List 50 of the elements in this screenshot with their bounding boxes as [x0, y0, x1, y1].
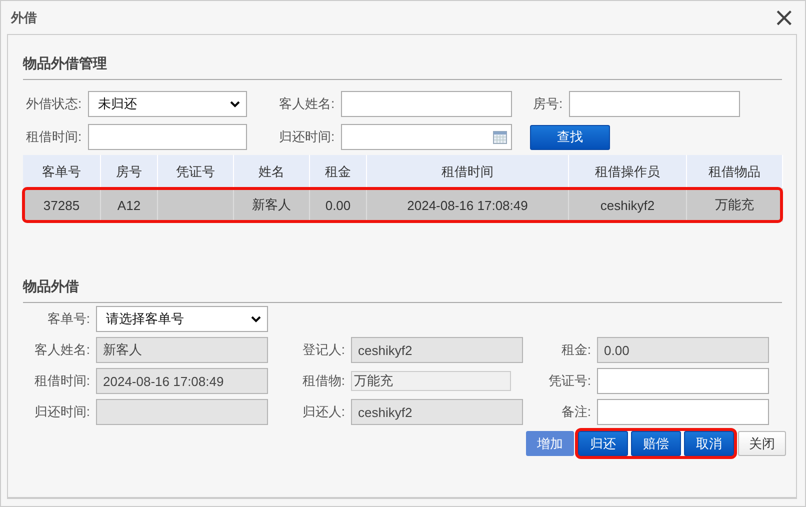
table-cell: 37285: [43, 198, 80, 212]
table-cell: 0.00: [325, 198, 351, 212]
window-title: 外借: [11, 8, 37, 26]
order-dropdown[interactable]: 请选择客单号: [96, 306, 268, 332]
field-label: 租金:: [560, 341, 591, 359]
table-cell: A12: [117, 198, 141, 212]
input-field[interactable]: [88, 124, 247, 150]
action-button[interactable]: 关闭: [738, 431, 786, 456]
input-field[interactable]: [569, 91, 740, 117]
field-label: 租借物:: [301, 372, 345, 390]
input-field[interactable]: 新客人: [96, 337, 268, 363]
close-button[interactable]: ×: [771, 4, 797, 30]
input-field[interactable]: [96, 399, 268, 425]
field-label: 客单号:: [46, 310, 90, 328]
field-label: 归还时间:: [33, 403, 90, 421]
search-button[interactable]: 查找: [530, 124, 610, 150]
field-label: 租借时间:: [33, 372, 90, 390]
chevron-icon: [230, 100, 240, 108]
field-label: 备注:: [560, 403, 591, 421]
field-label: 外借状态:: [25, 95, 83, 113]
chevron-icon: [251, 316, 261, 322]
input-field[interactable]: ceshikyf2: [351, 399, 523, 425]
calendar-icon: [493, 130, 507, 144]
table-cell: 新客人: [252, 196, 291, 214]
action-button[interactable]: 取消: [684, 431, 734, 456]
field-label: 客人姓名:: [278, 95, 336, 113]
input-field[interactable]: ceshikyf2: [351, 337, 523, 363]
input-field[interactable]: 2024-08-16 17:08:49: [96, 368, 268, 394]
section-title: 物品外借: [23, 278, 782, 303]
section-title: 物品外借管理: [23, 55, 782, 80]
table-cell: ceshikyf2: [600, 198, 655, 212]
input-field[interactable]: 0.00: [597, 337, 769, 363]
field-label: 客人姓名:: [33, 341, 90, 359]
action-button[interactable]: 归还: [578, 431, 628, 456]
input-field[interactable]: [597, 368, 769, 394]
table-cell: 万能充: [715, 196, 754, 214]
field-label: 归还人:: [301, 403, 345, 421]
field-label: 凭证号:: [547, 372, 591, 390]
input-field[interactable]: [597, 399, 769, 425]
status-dropdown[interactable]: 未归还: [88, 91, 247, 117]
field-label: 房号:: [532, 95, 564, 113]
field-label: 租借时间:: [25, 128, 83, 146]
action-button[interactable]: 赔偿: [631, 431, 681, 456]
field-label: 登记人:: [301, 341, 345, 359]
date-field[interactable]: [341, 124, 512, 150]
table-cell: 2024-08-16 17:08:49: [407, 198, 528, 212]
table-row[interactable]: 37285 A12 新客人 0.00 2024-08-16 17:08:49 ceshikyf2 万能充: [23, 188, 782, 222]
field-label: 归还时间:: [278, 128, 336, 146]
input-field[interactable]: 万能充: [351, 371, 511, 391]
input-field[interactable]: [341, 91, 512, 117]
